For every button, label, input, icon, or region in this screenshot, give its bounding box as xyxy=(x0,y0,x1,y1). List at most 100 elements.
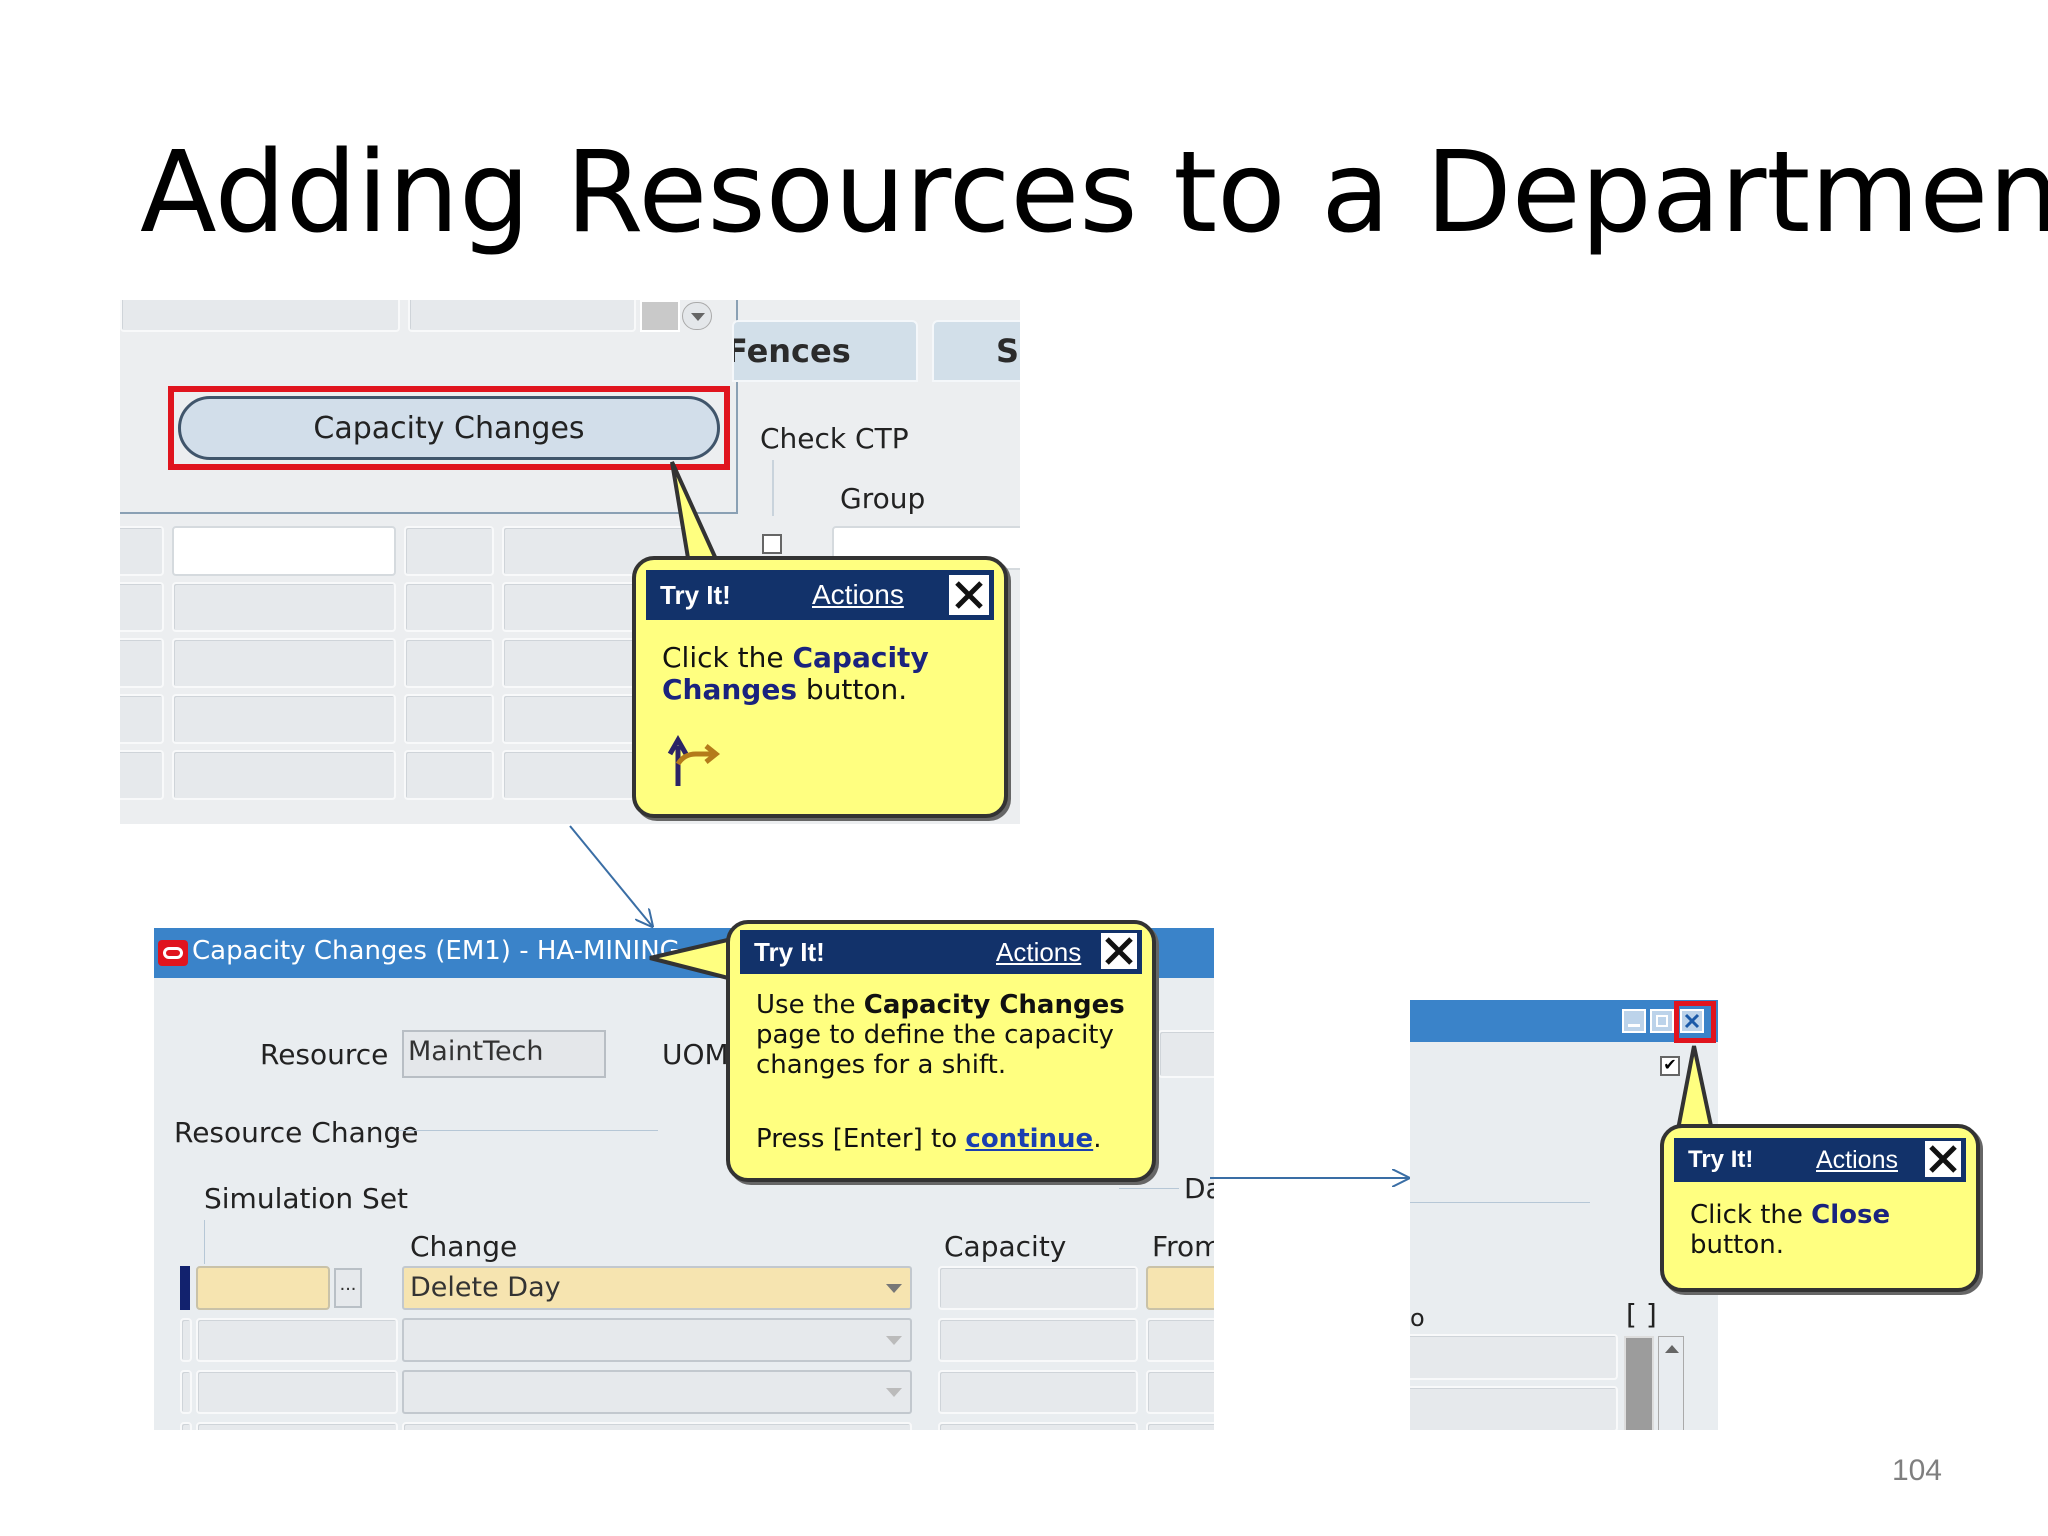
field-cell[interactable] xyxy=(1158,1030,1214,1078)
capacity-column-header: Capacity xyxy=(944,1230,1067,1263)
actions-link[interactable]: Actions xyxy=(996,937,1081,968)
tab-label: Fences xyxy=(732,332,851,370)
callout-text-part: Click the xyxy=(662,641,793,674)
bracket-indicator: [ ] xyxy=(1626,1298,1657,1331)
grid-cell[interactable] xyxy=(404,750,494,800)
grid-cell[interactable] xyxy=(120,526,164,576)
grid-cell[interactable] xyxy=(120,582,164,632)
chevron-down-icon[interactable] xyxy=(886,1388,902,1397)
grid-cell[interactable] xyxy=(120,694,164,744)
callout-text-emphasis: Capacity Changes xyxy=(863,990,1125,1020)
window-title: Capacity Changes (EM1) - HA-MINING xyxy=(192,936,680,966)
callout-header: Try It! Actions xyxy=(1674,1138,1966,1182)
simulation-set-field[interactable] xyxy=(196,1422,398,1430)
change-select[interactable]: Delete Day xyxy=(402,1266,912,1310)
from-field[interactable] xyxy=(1146,1318,1214,1362)
callout-text: Click the Close button. xyxy=(1690,1200,1958,1260)
callout-text-part: Click the xyxy=(1690,1200,1812,1230)
callout-text-part: Use the xyxy=(756,990,864,1020)
section-divider xyxy=(1119,1188,1179,1189)
tab-fences[interactable]: Fences xyxy=(732,320,918,382)
tab-s[interactable]: S xyxy=(932,320,1020,382)
actions-link[interactable]: Actions xyxy=(1816,1146,1898,1175)
scrollbar[interactable] xyxy=(1658,1336,1684,1430)
record-indicator[interactable] xyxy=(180,1370,192,1414)
close-icon[interactable] xyxy=(1922,1138,1964,1180)
from-field[interactable] xyxy=(1146,1266,1214,1310)
resource-change-label: Resource Change xyxy=(174,1116,419,1149)
grid-cell[interactable] xyxy=(172,582,396,632)
slide-title: Adding Resources to a Department xyxy=(140,128,2048,258)
change-select[interactable] xyxy=(402,1370,912,1414)
callout-title: Try It! xyxy=(1688,1146,1754,1173)
grid-cell[interactable] xyxy=(172,638,396,688)
maximize-icon[interactable] xyxy=(1650,1009,1674,1033)
continue-link[interactable]: continue xyxy=(965,1124,1093,1154)
try-it-callout: Try It! Actions Click the Capacity Chang… xyxy=(632,556,1008,818)
callout-title: Try It! xyxy=(660,579,731,610)
from-field[interactable] xyxy=(1146,1422,1214,1430)
record-indicator[interactable] xyxy=(180,1422,192,1430)
grid-cell[interactable] xyxy=(120,638,164,688)
actions-link[interactable]: Actions xyxy=(812,579,904,611)
grid-cell[interactable] xyxy=(172,694,396,744)
callout-text-part: Press [Enter] to xyxy=(756,1124,966,1154)
capacity-field[interactable] xyxy=(938,1266,1138,1310)
resource-field[interactable]: MaintTech xyxy=(402,1030,606,1078)
change-select[interactable] xyxy=(402,1422,912,1430)
chevron-down-icon[interactable] xyxy=(886,1336,902,1345)
callout-title: Try It! xyxy=(754,936,825,967)
section-divider xyxy=(398,1130,658,1131)
scroll-track[interactable] xyxy=(1624,1336,1654,1430)
field-cell[interactable] xyxy=(1410,1334,1618,1380)
checkbox[interactable] xyxy=(762,534,782,554)
capacity-field[interactable] xyxy=(938,1370,1138,1414)
capacity-field[interactable] xyxy=(938,1318,1138,1362)
callout-header: Try It! Actions xyxy=(646,570,994,620)
chevron-up-icon[interactable] xyxy=(1665,1345,1679,1353)
simulation-set-field[interactable] xyxy=(196,1318,398,1362)
callout-text-emphasis: Close xyxy=(1811,1200,1891,1230)
flow-arrow xyxy=(569,825,652,926)
uom-label: UOM xyxy=(662,1038,729,1071)
minimize-icon[interactable] xyxy=(1622,1009,1646,1033)
field-cell[interactable] xyxy=(1410,1386,1618,1430)
section-divider xyxy=(1410,1202,1590,1203)
grid-cell[interactable] xyxy=(404,694,494,744)
grid-cell[interactable] xyxy=(404,638,494,688)
close-icon[interactable] xyxy=(1098,930,1140,972)
grid-cell[interactable] xyxy=(172,750,396,800)
callout-text: Click the Capacity Changes button. xyxy=(662,642,986,706)
group-label: Group xyxy=(840,482,926,515)
resource-label: Resource xyxy=(260,1038,389,1071)
highlight-box xyxy=(1674,1001,1716,1043)
oracle-icon xyxy=(158,940,188,966)
checkbox-checked[interactable]: ✔ xyxy=(1660,1056,1680,1076)
callout-text-part: button. xyxy=(1690,1230,1785,1260)
callout-header: Try It! Actions xyxy=(740,930,1142,974)
turn-arrow-icon[interactable] xyxy=(666,734,722,790)
from-field[interactable] xyxy=(1146,1370,1214,1414)
chevron-down-icon[interactable] xyxy=(886,1284,902,1293)
try-it-callout: Try It! Actions Click the Close button. xyxy=(1660,1124,1980,1292)
from-column-header: From xyxy=(1152,1230,1214,1263)
grid-cell[interactable] xyxy=(172,526,396,576)
grid-cell[interactable] xyxy=(404,526,494,576)
lov-button[interactable]: ... xyxy=(334,1268,362,1308)
simulation-set-label: Simulation Set xyxy=(204,1182,409,1215)
capacity-changes-button[interactable]: Capacity Changes xyxy=(178,396,720,460)
grid-cell[interactable] xyxy=(120,750,164,800)
callout-text: Use the Capacity Changes page to define … xyxy=(756,990,1134,1080)
record-indicator[interactable] xyxy=(180,1266,190,1310)
window-titlebar xyxy=(1410,1000,1718,1043)
capacity-field[interactable] xyxy=(938,1422,1138,1430)
simulation-set-field[interactable] xyxy=(196,1370,398,1414)
change-column-header: Change xyxy=(410,1230,518,1263)
simulation-set-field[interactable] xyxy=(196,1266,330,1310)
callout-instruction: Press [Enter] to continue. xyxy=(756,1124,1134,1154)
record-indicator[interactable] xyxy=(180,1318,192,1362)
grid-cell[interactable] xyxy=(404,582,494,632)
divider xyxy=(204,1220,205,1264)
close-icon[interactable] xyxy=(946,572,992,618)
change-select[interactable] xyxy=(402,1318,912,1362)
